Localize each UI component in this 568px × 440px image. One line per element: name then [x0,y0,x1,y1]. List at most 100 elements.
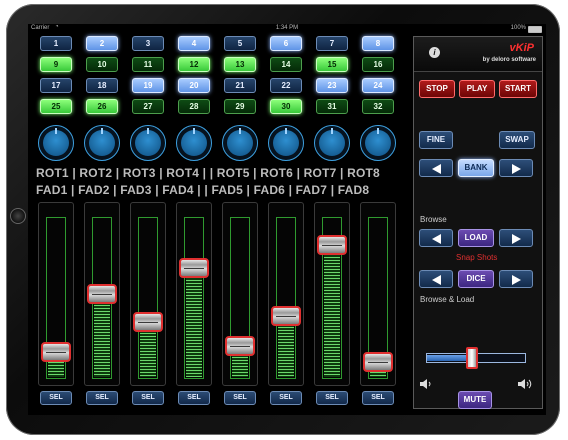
browse-right-button[interactable] [499,229,533,247]
browse-label: Browse [420,215,447,224]
dice-button[interactable]: DICE [458,270,494,288]
pad-button-30[interactable]: 30 [270,99,302,114]
pad-button-29[interactable]: 29 [224,99,256,114]
pad-button-5[interactable]: 5 [224,36,256,51]
pad-button-27[interactable]: 27 [132,99,164,114]
pad-button-26[interactable]: 26 [86,99,118,114]
pad-button-14[interactable]: 14 [270,57,302,72]
fader-track[interactable] [276,217,296,379]
select-button-6[interactable]: SEL [270,391,302,405]
pad-button-28[interactable]: 28 [178,99,210,114]
rotary-knob-7[interactable] [314,125,350,161]
pad-button-16[interactable]: 16 [362,57,394,72]
info-icon[interactable]: i [429,47,440,58]
fader-track[interactable] [184,217,204,379]
fader-strip-8 [360,202,396,386]
fader-strip-6 [268,202,304,386]
knob-indicator [377,128,379,134]
battery-level [529,27,541,32]
fader-handle-8[interactable] [363,352,393,372]
pad-button-8[interactable]: 8 [362,36,394,51]
select-button-2[interactable]: SEL [86,391,118,405]
rotary-knob-2[interactable] [84,125,120,161]
rotary-knob-4[interactable] [176,125,212,161]
app-screen: Carrier ◔ 1:34 PM 100% 1 2 3 4 5 6 7 8 9 10 11 12 13… [28,24,546,415]
pad-button-6[interactable]: 6 [270,36,302,51]
rotary-knob-1[interactable] [38,125,74,161]
select-button-5[interactable]: SEL [224,391,256,405]
knob-indicator [285,128,287,134]
pad-button-12[interactable]: 12 [178,57,210,72]
bank-left-button[interactable] [419,159,453,177]
mute-button[interactable]: MUTE [458,391,492,409]
snapshot-right-button[interactable] [499,270,533,288]
rotary-knob-3[interactable] [130,125,166,161]
bank-button[interactable]: BANK [458,159,494,177]
pad-button-31[interactable]: 31 [316,99,348,114]
pad-button-2[interactable]: 2 [86,36,118,51]
pad-button-25[interactable]: 25 [40,99,72,114]
pad-button-4[interactable]: 4 [178,36,210,51]
load-button[interactable]: LOAD [458,229,494,247]
status-bar: Carrier ◔ 1:34 PM 100% [28,24,546,34]
arrow-right-icon [512,275,521,285]
pad-button-20[interactable]: 20 [178,78,210,93]
rotary-knob-8[interactable] [360,125,396,161]
pad-button-23[interactable]: 23 [316,78,348,93]
knob-indicator [331,128,333,134]
pad-button-10[interactable]: 10 [86,57,118,72]
fader-track[interactable] [138,217,158,379]
pad-button-7[interactable]: 7 [316,36,348,51]
app-name: vKiP [509,42,534,54]
snapshot-left-button[interactable] [419,270,453,288]
fader-handle-1[interactable] [41,342,71,362]
pad-button-1[interactable]: 1 [40,36,72,51]
volume-slider-thumb[interactable] [466,347,478,369]
fader-handle-4[interactable] [179,258,209,278]
start-button[interactable]: START [499,80,537,98]
arrow-left-icon [432,164,441,174]
pad-button-11[interactable]: 11 [132,57,164,72]
pad-button-32[interactable]: 32 [362,99,394,114]
select-button-3[interactable]: SEL [132,391,164,405]
pad-button-17[interactable]: 17 [40,78,72,93]
select-button-7[interactable]: SEL [316,391,348,405]
pad-button-21[interactable]: 21 [224,78,256,93]
pad-button-3[interactable]: 3 [132,36,164,51]
pad-button-9[interactable]: 9 [40,57,72,72]
panel-header: i vKiP by deloro software [414,37,542,72]
select-button-8[interactable]: SEL [362,391,394,405]
status-time: 1:34 PM [275,25,299,31]
fine-button[interactable]: FINE [419,131,453,149]
rotary-knob-6[interactable] [268,125,304,161]
select-button-1[interactable]: SEL [40,391,72,405]
arrow-right-icon [512,164,521,174]
volume-low-icon [420,379,431,389]
rotary-knob-5[interactable] [222,125,258,161]
bank-right-button[interactable] [499,159,533,177]
select-button-4[interactable]: SEL [178,391,210,405]
pad-button-22[interactable]: 22 [270,78,302,93]
app-credit: by deloro software [482,57,536,63]
swap-button[interactable]: SWAP [499,131,535,149]
fader-strip-4 [176,202,212,386]
pad-button-13[interactable]: 13 [224,57,256,72]
pad-button-15[interactable]: 15 [316,57,348,72]
pad-button-19[interactable]: 19 [132,78,164,93]
fader-strip-1 [38,202,74,386]
fader-handle-2[interactable] [87,284,117,304]
fader-handle-5[interactable] [225,336,255,356]
battery-icon [528,26,542,33]
control-panel: i vKiP by deloro software STOP PLAY STAR… [413,36,543,409]
knob-indicator [101,128,103,134]
fader-handle-7[interactable] [317,235,347,255]
pad-button-18[interactable]: 18 [86,78,118,93]
home-button[interactable] [10,208,26,224]
play-button[interactable]: PLAY [459,80,495,98]
stop-button[interactable]: STOP [419,80,455,98]
battery-percent: 100% [510,25,526,31]
fader-handle-3[interactable] [133,312,163,332]
fader-handle-6[interactable] [271,306,301,326]
browse-left-button[interactable] [419,229,453,247]
pad-button-24[interactable]: 24 [362,78,394,93]
